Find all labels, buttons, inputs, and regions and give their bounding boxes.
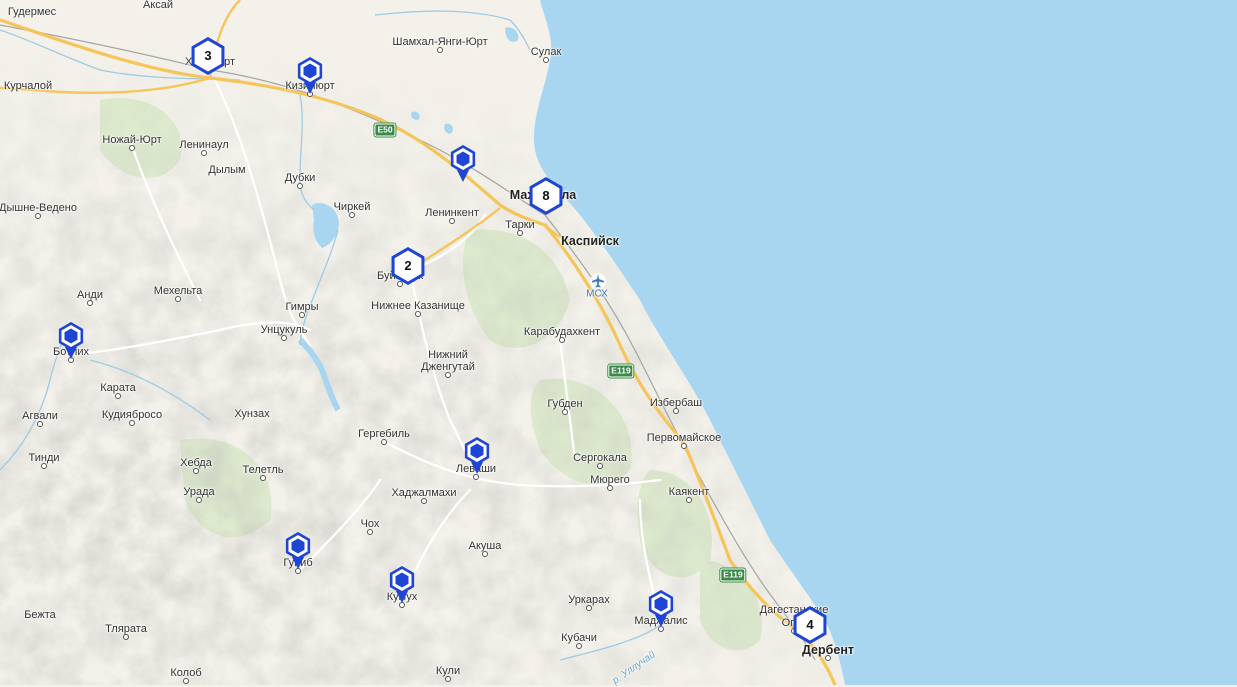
map-pin-gunib[interactable] bbox=[283, 531, 313, 571]
settlement-dot bbox=[41, 463, 47, 469]
map-pin-kizilyurt[interactable] bbox=[295, 56, 325, 96]
settlement-dot bbox=[686, 497, 692, 503]
settlement-dot bbox=[445, 372, 451, 378]
settlement-dot bbox=[35, 213, 41, 219]
cluster-count: 8 bbox=[542, 188, 550, 203]
cluster-marker-makhachkala[interactable]: 8 bbox=[527, 175, 565, 217]
settlement-dot bbox=[381, 439, 387, 445]
settlement-dot bbox=[281, 335, 287, 341]
cluster-count: 3 bbox=[204, 48, 212, 63]
settlement-dot bbox=[607, 485, 613, 491]
road-shield-e119a: E119 bbox=[608, 364, 634, 378]
hexagon-pin-icon bbox=[389, 566, 415, 603]
settlement-dot bbox=[586, 605, 592, 611]
settlement-dot bbox=[681, 443, 687, 449]
road-shield-e50: E50 bbox=[374, 123, 396, 137]
map-pin-madzhalis[interactable] bbox=[646, 589, 676, 629]
hexagon-pin-icon bbox=[58, 322, 84, 359]
cluster-count: 2 bbox=[404, 258, 412, 273]
cluster-count: 4 bbox=[806, 617, 814, 632]
cluster-marker-khasavyurt[interactable]: 3 bbox=[189, 35, 227, 77]
hexagon-pin-icon bbox=[285, 532, 311, 569]
settlement-dot bbox=[576, 643, 582, 649]
hexagon-pin-icon bbox=[450, 145, 476, 182]
settlement-dot bbox=[183, 678, 189, 684]
map-base-layer bbox=[0, 0, 1237, 685]
settlement-dot bbox=[175, 296, 181, 302]
settlement-dot bbox=[445, 676, 451, 682]
hexagon-pin-icon bbox=[464, 437, 490, 474]
map-pin-makhach-west[interactable] bbox=[448, 144, 478, 184]
settlement-dot bbox=[597, 463, 603, 469]
settlement-dot bbox=[193, 468, 199, 474]
settlement-dot bbox=[673, 408, 679, 414]
road-shield-e119b: E119 bbox=[720, 568, 746, 582]
cluster-marker-derbent[interactable]: 4 bbox=[791, 604, 829, 646]
settlement-dot bbox=[449, 218, 455, 224]
settlement-dot bbox=[129, 145, 135, 151]
settlement-dot bbox=[260, 475, 266, 481]
settlement-dot bbox=[421, 498, 427, 504]
settlement-dot bbox=[201, 150, 207, 156]
settlement-dot bbox=[367, 529, 373, 535]
settlement-dot bbox=[562, 409, 568, 415]
cluster-marker-buynaksk[interactable]: 2 bbox=[389, 245, 427, 287]
settlement-dot bbox=[559, 337, 565, 343]
map-pin-botlikh[interactable] bbox=[56, 321, 86, 361]
settlement-dot bbox=[415, 311, 421, 317]
map-pin-kumukh[interactable] bbox=[387, 565, 417, 605]
settlement-dot bbox=[115, 393, 121, 399]
settlement-dot bbox=[517, 230, 523, 236]
map-pin-levashi[interactable] bbox=[462, 436, 492, 476]
map-canvas[interactable]: ГудермесАксайХасавюртКурчалойКизилюртШам… bbox=[0, 0, 1237, 687]
settlement-dot bbox=[87, 300, 93, 306]
settlement-dot bbox=[825, 655, 831, 661]
settlement-dot bbox=[543, 57, 549, 63]
settlement-dot bbox=[437, 47, 443, 53]
airplane-icon bbox=[589, 272, 607, 290]
settlement-dot bbox=[297, 183, 303, 189]
hexagon-pin-icon bbox=[648, 590, 674, 627]
settlement-dot bbox=[349, 212, 355, 218]
settlement-dot bbox=[37, 421, 43, 427]
settlement-dot bbox=[123, 634, 129, 640]
hexagon-pin-icon bbox=[297, 57, 323, 94]
settlement-dot bbox=[196, 497, 202, 503]
settlement-dot bbox=[299, 312, 305, 318]
settlement-dot bbox=[482, 551, 488, 557]
settlement-dot bbox=[129, 420, 135, 426]
